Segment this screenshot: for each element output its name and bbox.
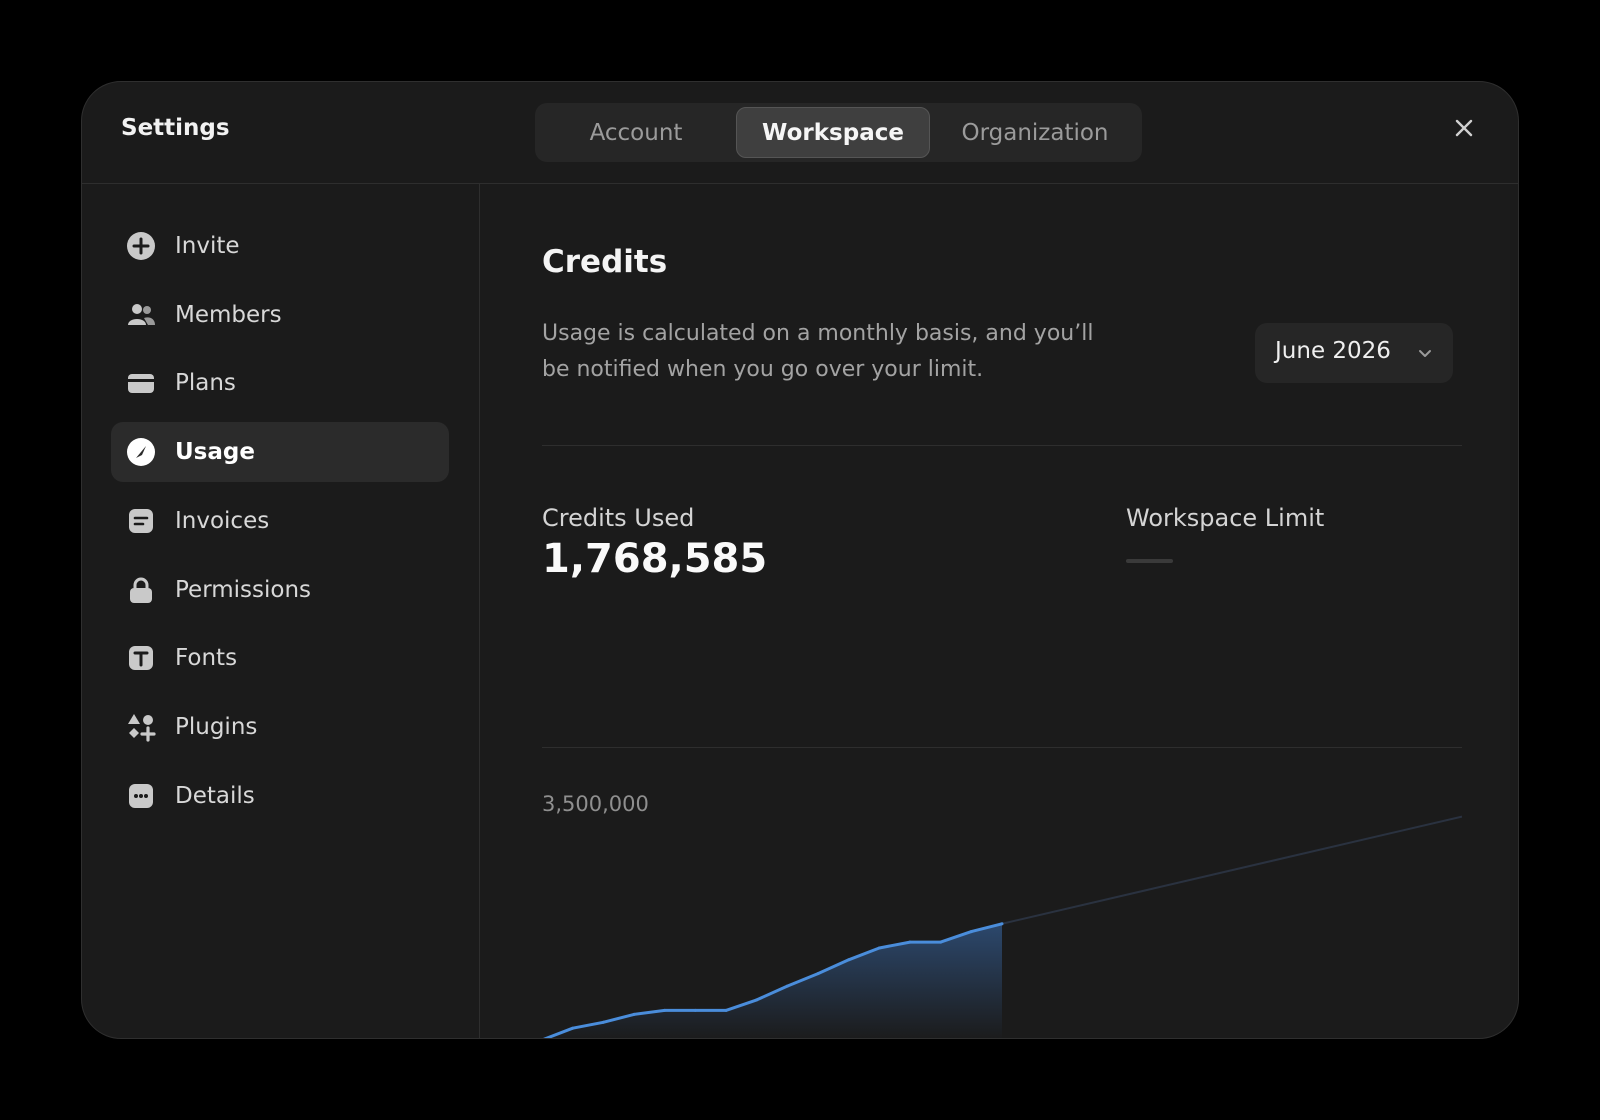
usage-panel: Credits Usage is calculated on a monthly… [480,184,1518,1040]
workspace-limit-empty [1126,559,1173,563]
sidebar-item-fonts[interactable]: Fonts [111,628,449,688]
shapes-icon [128,714,156,742]
sidebar-item-label: Usage [175,439,255,465]
credits-used-value: 1,768,585 [542,536,768,582]
data-point [969,930,973,934]
close-icon[interactable] [1452,116,1476,140]
lock-icon [130,577,152,603]
sidebar: Invite Members Plans Usage Invoices Perm… [82,184,480,1038]
data-point [693,1008,697,1012]
dialog-title: Settings [121,115,230,141]
sidebar-item-label: Members [175,302,282,328]
type-icon [129,646,153,670]
tab-account[interactable]: Account [541,107,731,158]
credits-used-label: Credits Used [542,504,695,532]
sidebar-item-label: Details [175,783,255,809]
sidebar-item-details[interactable]: Details [111,766,449,826]
data-point [908,940,912,944]
data-point [877,946,881,950]
section-description: Usage is calculated on a monthly basis, … [542,321,1094,382]
data-point [1000,922,1004,926]
data-point [755,998,759,1002]
dialog-header: Settings Account Workspace Organization [82,82,1518,184]
sidebar-item-invoices[interactable]: Invoices [111,491,449,551]
sidebar-item-label: Permissions [175,577,312,603]
sidebar-item-label: Plans [175,370,236,396]
divider [542,747,1462,748]
usage-chart [542,815,1462,1040]
ellipsis-icon [129,784,153,808]
gauge-icon [127,438,155,466]
workspace-limit-label: Workspace Limit [1126,504,1325,532]
sidebar-item-plans[interactable]: Plans [111,353,449,413]
data-point [847,958,851,962]
sidebar-item-label: Invoices [175,508,270,534]
chevron-down-icon [1419,350,1431,357]
sidebar-item-members[interactable]: Members [111,285,449,345]
sidebar-item-invite[interactable]: Invite [111,216,449,276]
data-point [816,972,820,976]
data-point [542,1039,544,1040]
data-point [724,1008,728,1012]
data-point [939,940,943,944]
plus-circle-icon [127,232,155,260]
data-point [663,1008,667,1012]
data-point [601,1020,605,1024]
sidebar-item-plugins[interactable]: Plugins [111,697,449,757]
tab-bar: Account Workspace Organization [535,103,1142,162]
tab-organization[interactable]: Organization [935,107,1135,158]
settings-dialog: Settings Account Workspace Organization … [81,81,1519,1039]
section-title: Credits [542,244,668,280]
sidebar-item-label: Fonts [175,645,238,671]
month-select-value: June 2026 [1275,338,1391,364]
data-point [785,984,789,988]
data-point [571,1026,575,1030]
sidebar-item-label: Invite [175,233,240,259]
users-icon [128,304,155,325]
projection-line [1001,815,1462,925]
tab-workspace[interactable]: Workspace [736,107,930,158]
month-select[interactable]: June 2026 [1255,323,1453,383]
divider [542,445,1462,446]
data-point [632,1012,636,1016]
card-icon [128,374,154,393]
sidebar-item-label: Plugins [175,714,258,740]
sidebar-item-permissions[interactable]: Permissions [111,560,449,620]
document-icon [129,509,153,533]
sidebar-item-usage[interactable]: Usage [111,422,449,482]
